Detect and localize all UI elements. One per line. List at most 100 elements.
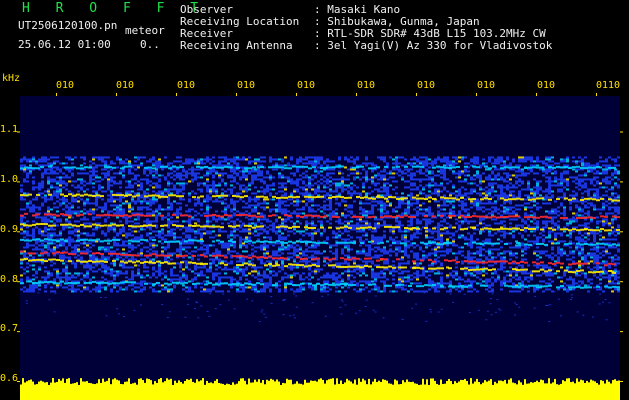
- signal-pixel: [359, 200, 362, 203]
- signal-pixel: [593, 256, 596, 259]
- signal-pixel: [494, 182, 497, 185]
- signal-pixel: [581, 158, 584, 161]
- signal-pixel: [455, 244, 458, 247]
- signal-pixel: [86, 262, 89, 265]
- signal-pixel: [548, 196, 551, 199]
- signal-pixel: [230, 262, 233, 265]
- signal-pixel: [395, 186, 398, 189]
- signal-pixel: [320, 170, 323, 173]
- signal-pixel: [245, 176, 248, 179]
- signal-pixel: [209, 244, 212, 247]
- signal-pixel: [326, 164, 329, 167]
- signal-pixel: [275, 158, 278, 161]
- signal-pixel: [539, 160, 542, 163]
- signal-pixel: [569, 176, 572, 179]
- signal-pixel: [200, 228, 203, 231]
- signal-pixel: [266, 244, 269, 247]
- signal-pixel: [386, 188, 389, 191]
- signal-pixel: [284, 236, 287, 239]
- signal-pixel: [227, 176, 230, 179]
- signal-pixel: [272, 244, 275, 247]
- signal-pixel: [167, 218, 170, 221]
- signal-pixel: [167, 172, 170, 175]
- signal-pixel: [23, 252, 26, 255]
- signal-pixel: [185, 204, 188, 207]
- signal-pixel: [491, 188, 494, 191]
- signal-pixel: [200, 236, 203, 239]
- signal-pixel: [374, 242, 377, 245]
- signal-pixel: [77, 254, 80, 257]
- signal-pixel: [239, 192, 242, 195]
- time-tick-mark: [236, 93, 237, 96]
- signal-pixel: [71, 174, 74, 177]
- signal-pixel: [230, 210, 233, 213]
- signal-pixel: [101, 178, 104, 181]
- signal-pixel: [140, 206, 143, 209]
- signal-pixel: [518, 224, 521, 227]
- signal-pixel: [365, 170, 368, 173]
- signal-pixel: [611, 258, 614, 261]
- signal-pixel: [59, 198, 62, 201]
- signal-pixel: [206, 172, 209, 175]
- signal-pixel: [383, 230, 386, 233]
- signal-pixel: [134, 176, 137, 179]
- signal-pixel: [215, 218, 218, 221]
- signal-pixel: [140, 194, 143, 197]
- signal-pixel: [347, 174, 350, 177]
- signal-pixel: [179, 190, 182, 193]
- signal-pixel: [227, 234, 230, 237]
- signal-pixel: [599, 156, 602, 159]
- signal-pixel: [428, 252, 431, 255]
- signal-pixel: [596, 170, 599, 173]
- signal-pixel: [152, 196, 155, 199]
- signal-pixel: [560, 212, 563, 215]
- signal-pixel: [206, 198, 209, 201]
- signal-pixel: [383, 174, 386, 177]
- signal-pixel: [251, 192, 254, 195]
- signal-pixel: [515, 256, 518, 259]
- signal-pixel: [509, 254, 512, 257]
- signal-pixel: [140, 186, 143, 189]
- signal-pixel: [242, 184, 245, 187]
- signal-pixel: [374, 182, 377, 185]
- signal-pixel: [404, 240, 407, 243]
- signal-pixel: [278, 228, 281, 231]
- signal-pixel: [365, 262, 368, 265]
- signal-pixel: [602, 218, 605, 221]
- signal-pixel: [464, 256, 467, 259]
- signal-pixel: [419, 232, 422, 235]
- signal-pixel: [563, 160, 566, 163]
- signal-pixel: [545, 194, 548, 197]
- signal-pixel: [254, 160, 257, 163]
- signal-pixel: [41, 174, 44, 177]
- signal-pixel: [407, 168, 410, 171]
- signal-pixel: [470, 188, 473, 191]
- signal-pixel: [263, 262, 266, 265]
- signal-pixel: [278, 158, 281, 161]
- signal-pixel: [131, 186, 134, 189]
- signal-pixel: [125, 234, 128, 237]
- signal-pixel: [221, 196, 224, 199]
- signal-pixel: [611, 172, 614, 175]
- signal-pixel: [86, 242, 89, 245]
- signal-pixel: [251, 180, 254, 183]
- signal-pixel: [209, 262, 212, 265]
- signal-pixel: [77, 248, 80, 251]
- signal-pixel: [524, 194, 527, 197]
- signal-pixel: [527, 234, 530, 237]
- signal-pixel: [572, 160, 575, 163]
- signal-pixel: [74, 180, 77, 183]
- signal-pixel: [557, 256, 560, 259]
- signal-pixel: [101, 164, 104, 167]
- signal-pixel: [203, 158, 206, 161]
- signal-pixel: [596, 176, 599, 179]
- signal-pixel: [287, 162, 290, 165]
- signal-pixel: [218, 156, 221, 159]
- signal-pixel: [260, 172, 263, 175]
- signal-pixel: [476, 250, 479, 253]
- signal-pixel: [425, 174, 428, 177]
- signal-pixel: [350, 248, 353, 251]
- signal-pixel: [104, 190, 107, 193]
- signal-pixel: [146, 160, 149, 163]
- signal-pixel: [365, 174, 368, 177]
